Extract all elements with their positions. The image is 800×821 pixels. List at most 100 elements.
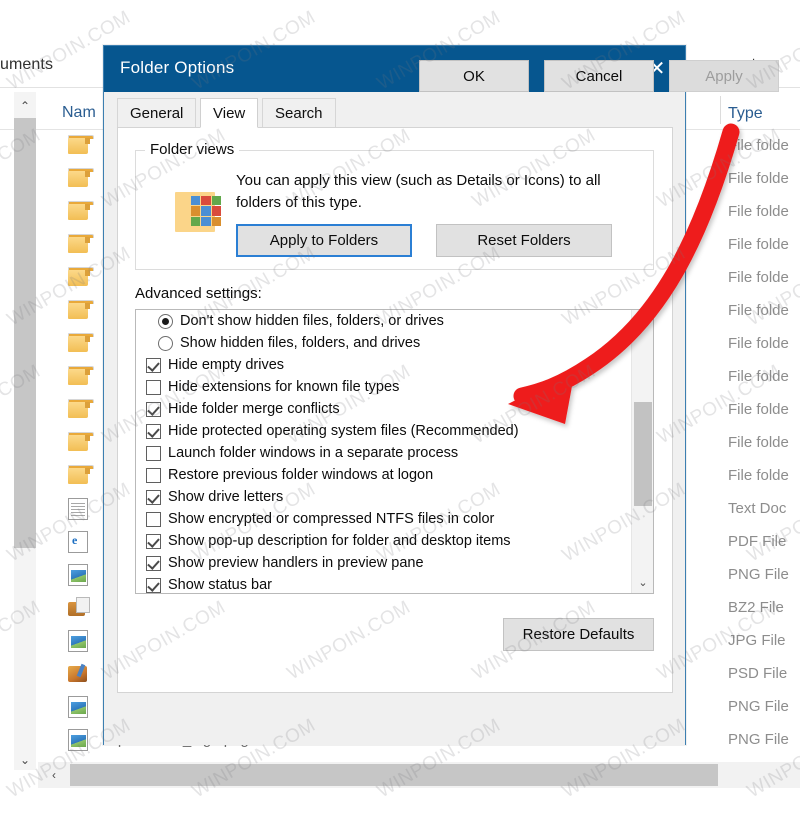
folder-icon — [68, 201, 94, 223]
checkbox[interactable] — [146, 577, 161, 593]
file-type-cell: File folde — [728, 368, 789, 385]
folder-icon — [68, 168, 94, 190]
checkbox[interactable] — [146, 401, 161, 417]
column-separator — [720, 96, 721, 124]
file-type-cell: File folde — [728, 269, 789, 286]
checkbox[interactable] — [146, 445, 161, 461]
folder-icon — [68, 333, 94, 355]
tab-view[interactable]: View — [200, 98, 259, 128]
image-icon — [68, 564, 92, 586]
advanced-setting-row[interactable]: Show preview handlers in preview pane — [136, 552, 632, 574]
advanced-setting-row[interactable]: Hide empty drives — [136, 354, 632, 376]
cancel-button[interactable]: Cancel — [544, 60, 654, 92]
folder-views-label: Folder views — [145, 141, 240, 158]
file-type-cell: BZ2 File — [728, 599, 784, 616]
advanced-setting-label: Show encrypted or compressed NTFS files … — [168, 511, 495, 527]
checkbox[interactable] — [146, 467, 161, 483]
folder-icon — [68, 366, 94, 388]
checkbox[interactable] — [146, 511, 161, 527]
file-type-cell: PNG File — [728, 731, 789, 748]
file-type-cell: PDF File — [728, 533, 787, 550]
file-type-cell: JPG File — [728, 632, 786, 649]
file-type-cell: PNG File — [728, 698, 789, 715]
folder-icon — [68, 267, 94, 289]
checkbox[interactable] — [146, 357, 161, 373]
advanced-setting-label: Restore previous folder windows at logon — [168, 467, 434, 483]
scroll-down-icon[interactable]: ⌄ — [14, 748, 36, 772]
file-type-cell: File folde — [728, 302, 789, 319]
advanced-scrollbar-thumb[interactable] — [634, 402, 652, 506]
advanced-setting-label: Hide empty drives — [168, 357, 285, 373]
explorer-scrollbar-thumb[interactable] — [14, 118, 36, 548]
checkbox[interactable] — [146, 423, 161, 439]
radio-button[interactable] — [158, 313, 173, 329]
dialog-footer — [104, 694, 685, 745]
folder-view-icon — [175, 190, 223, 234]
advanced-setting-row[interactable]: Launch folder windows in a separate proc… — [136, 442, 632, 464]
apply-to-folders-button[interactable]: Apply to Folders — [236, 224, 412, 257]
checkbox[interactable] — [146, 489, 161, 505]
file-type-cell: File folde — [728, 401, 789, 418]
advanced-setting-row[interactable]: Show hidden files, folders, and drives — [136, 332, 632, 354]
restore-defaults-button[interactable]: Restore Defaults — [503, 618, 654, 651]
file-type-cell: File folde — [728, 467, 789, 484]
image-icon — [68, 696, 92, 718]
folder-icon — [68, 399, 94, 421]
advanced-setting-row[interactable]: Don't show hidden files, folders, or dri… — [136, 310, 632, 332]
advanced-setting-label: Show pop-up description for folder and d… — [168, 533, 511, 549]
breadcrumb-left[interactable]: uments — [0, 56, 53, 74]
explorer-hscrollbar-thumb[interactable] — [70, 764, 718, 786]
checkbox[interactable] — [146, 533, 161, 549]
advanced-scroll-down-icon[interactable]: ⌄ — [632, 573, 653, 593]
advanced-setting-label: Show hidden files, folders, and drives — [180, 335, 421, 351]
advanced-setting-row[interactable]: Hide folder merge conflicts — [136, 398, 632, 420]
column-header-name[interactable]: Nam — [62, 104, 96, 122]
checkbox[interactable] — [146, 379, 161, 395]
scroll-left-icon[interactable]: ‹ — [40, 762, 68, 788]
file-type-cell: File folde — [728, 170, 789, 187]
tab-label: View — [213, 105, 246, 122]
tab-label: General — [130, 105, 184, 122]
dialog-title: Folder Options — [120, 58, 235, 77]
advanced-setting-label: Show status bar — [168, 577, 272, 593]
tab-general[interactable]: General — [117, 98, 197, 128]
tab-label: Search — [275, 105, 323, 122]
advanced-setting-label: Don't show hidden files, folders, or dri… — [180, 313, 444, 329]
folder-icon — [68, 300, 94, 322]
scroll-up-icon[interactable]: ⌃ — [14, 94, 36, 118]
folder-icon — [68, 465, 94, 487]
folder-views-description: You can apply this view (such as Details… — [236, 172, 601, 211]
advanced-setting-row[interactable]: Restore previous folder windows at logon — [136, 464, 632, 486]
checkbox[interactable] — [146, 555, 161, 571]
column-header-type[interactable]: Type — [728, 105, 763, 123]
image-icon — [68, 630, 92, 652]
file-type-cell: File folde — [728, 335, 789, 352]
advanced-scroll-up-icon[interactable]: ⌃ — [632, 310, 653, 330]
radio-button[interactable] — [158, 335, 173, 351]
file-type-cell: PNG File — [728, 566, 789, 583]
advanced-setting-label: Launch folder windows in a separate proc… — [168, 445, 459, 461]
advanced-list-scrollbar[interactable]: ⌃ ⌄ — [631, 310, 653, 593]
document-icon — [68, 498, 92, 520]
advanced-settings-label: Advanced settings: — [135, 285, 262, 302]
advanced-setting-row[interactable]: Show pop-up description for folder and d… — [136, 530, 632, 552]
ok-button[interactable]: OK — [419, 60, 529, 92]
advanced-setting-row[interactable]: Hide extensions for known file types — [136, 376, 632, 398]
advanced-setting-label: Hide folder merge conflicts — [168, 401, 340, 417]
folder-options-dialog: Folder Options ✕ General View Search Folde… — [103, 45, 779, 745]
image-icon — [68, 729, 92, 751]
folder-icon — [68, 135, 94, 157]
file-type-cell: File folde — [728, 137, 789, 154]
advanced-setting-row[interactable]: Show drive letters — [136, 486, 632, 508]
advanced-setting-row[interactable]: Show encrypted or compressed NTFS files … — [136, 508, 632, 530]
advanced-setting-row[interactable]: Show status bar — [136, 574, 632, 593]
tab-search[interactable]: Search — [262, 98, 336, 128]
advanced-settings-list[interactable]: Don't show hidden files, folders, or dri… — [135, 309, 654, 594]
archive-icon — [68, 597, 92, 619]
advanced-setting-label: Show preview handlers in preview pane — [168, 555, 424, 571]
advanced-setting-label: Hide extensions for known file types — [168, 379, 400, 395]
reset-folders-button[interactable]: Reset Folders — [436, 224, 612, 257]
psd-icon — [68, 663, 92, 685]
advanced-setting-row[interactable]: Hide protected operating system files (R… — [136, 420, 632, 442]
dialog-body: Folder views You can apply this view (su… — [117, 127, 673, 693]
